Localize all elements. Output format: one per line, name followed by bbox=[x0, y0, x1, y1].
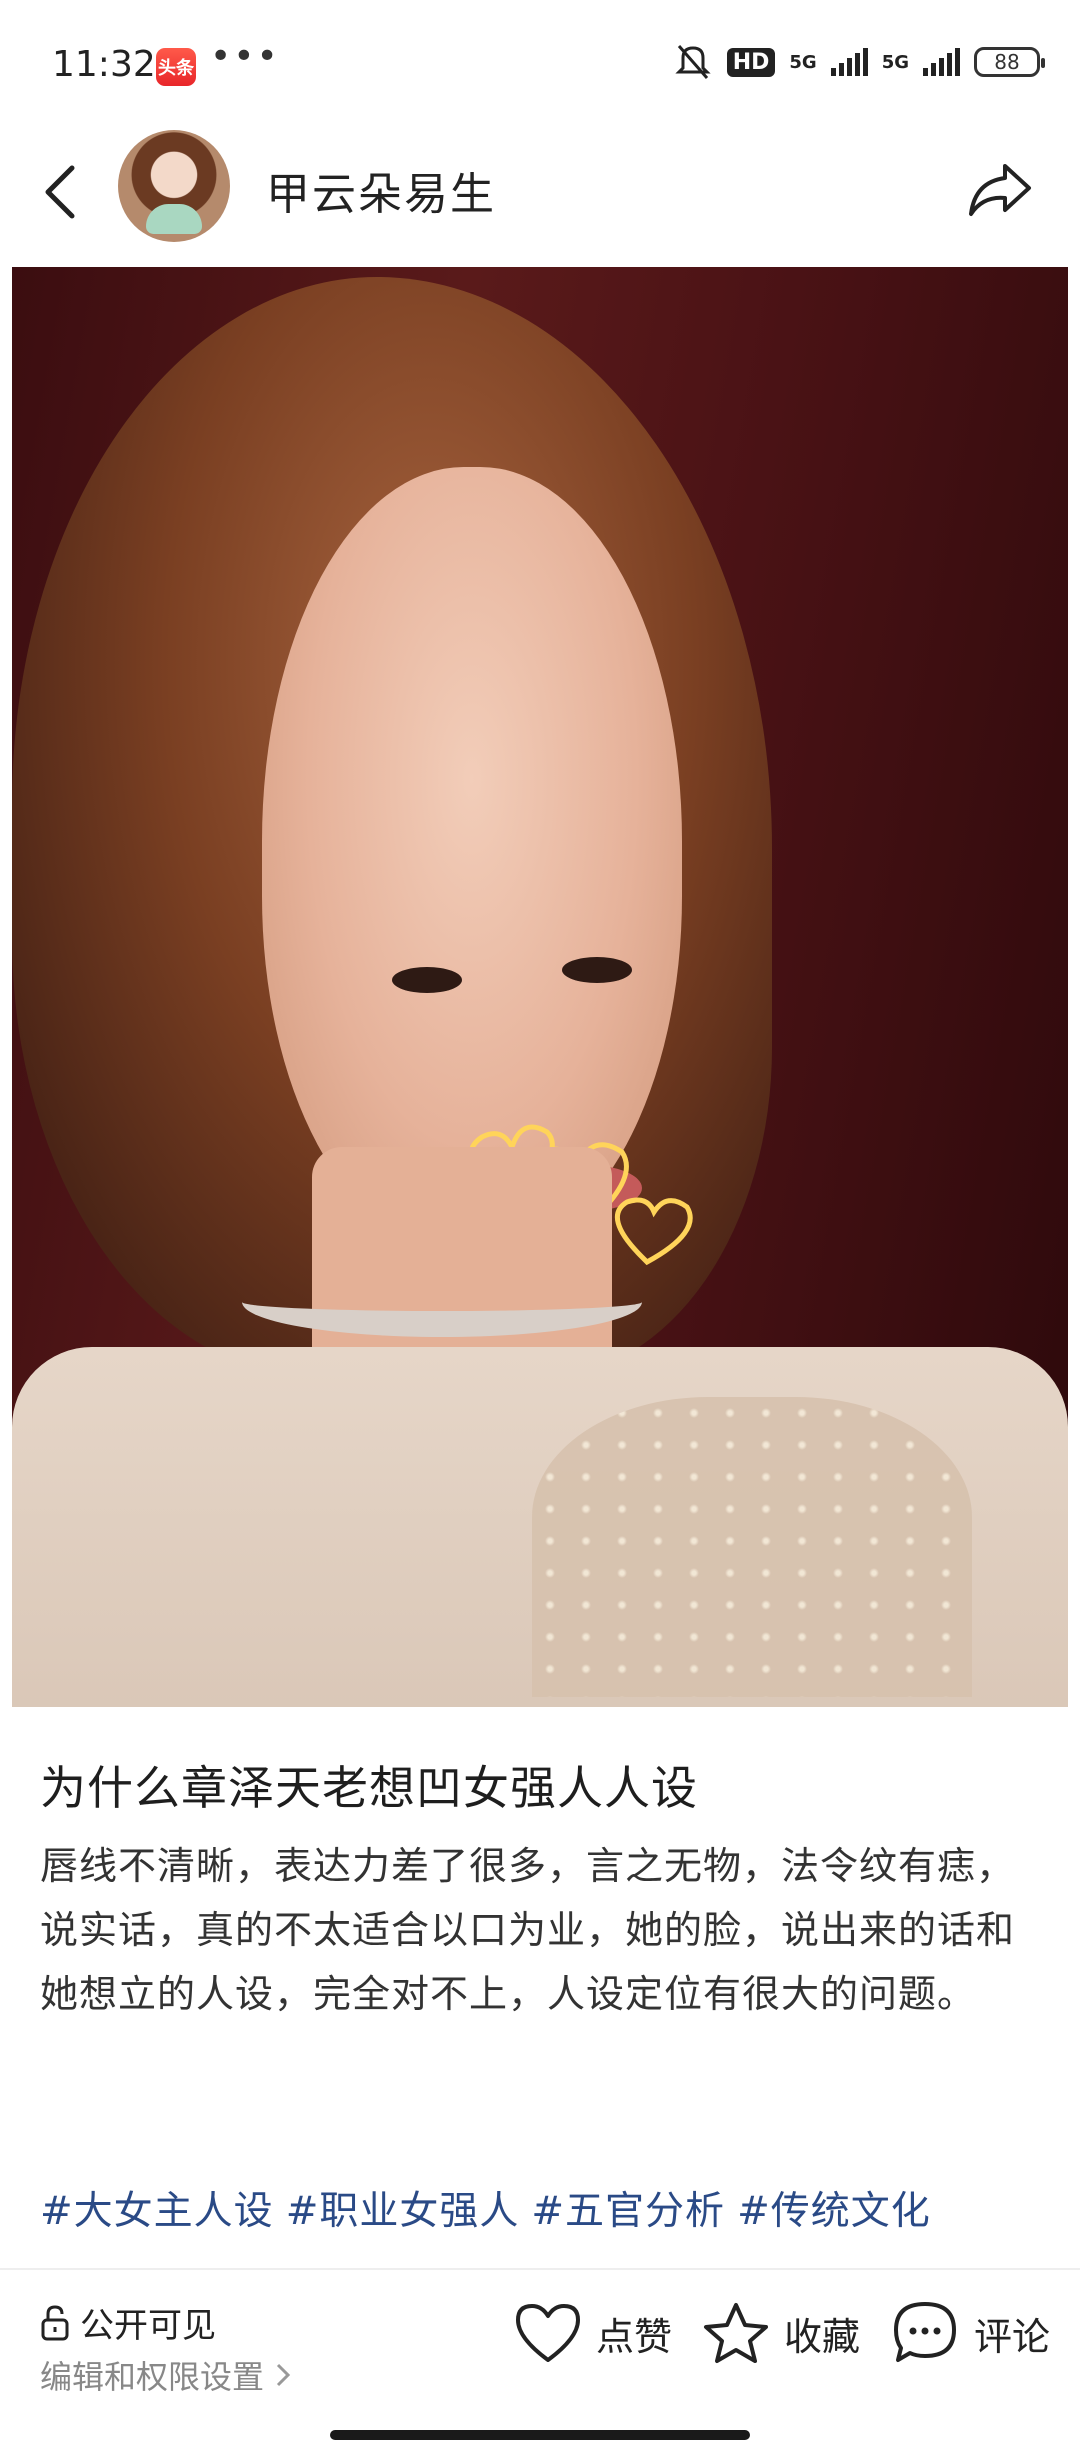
post-actions: 点赞 收藏 评论 bbox=[514, 2300, 1050, 2366]
signal-bars-icon-2 bbox=[923, 48, 960, 76]
app-notification-icon: 头条 bbox=[156, 48, 196, 86]
photo-eye-left bbox=[392, 967, 462, 993]
favorite-label: 收藏 bbox=[783, 2314, 860, 2359]
status-bar: 11:32 头条 ••• HD 5G 5G 88 bbox=[0, 0, 1080, 130]
lock-open-icon bbox=[41, 2304, 69, 2340]
comment-label: 评论 bbox=[973, 2314, 1050, 2359]
tag-item[interactable]: #五官分析 bbox=[531, 2180, 725, 2236]
mute-icon bbox=[675, 45, 711, 79]
tag-list: #大女主人设 #职业女强人 #五官分析 #传统文化 bbox=[40, 2180, 1050, 2236]
network-5g-label-1: 5G bbox=[789, 51, 817, 73]
edit-permissions-link[interactable]: 编辑和权限设置 bbox=[40, 2352, 292, 2398]
author-avatar[interactable] bbox=[118, 130, 230, 242]
tag-item[interactable]: #职业女强人 bbox=[286, 2180, 520, 2236]
signal-bars-icon-1 bbox=[830, 48, 868, 76]
photo-eye-right bbox=[562, 957, 632, 983]
status-time: 11:32 bbox=[52, 44, 156, 85]
tag-item[interactable]: #传统文化 bbox=[737, 2180, 931, 2236]
share-icon bbox=[969, 164, 1031, 216]
hd-voice-icon: HD bbox=[726, 47, 776, 77]
network-5g-label-2: 5G bbox=[881, 51, 909, 73]
share-button[interactable] bbox=[960, 150, 1040, 230]
comment-button[interactable]: 评论 bbox=[890, 2300, 1050, 2366]
chevron-right-icon bbox=[276, 2363, 291, 2387]
photo-necklace bbox=[242, 1267, 642, 1337]
home-indicator[interactable] bbox=[330, 2430, 750, 2440]
like-button[interactable]: 点赞 bbox=[514, 2302, 672, 2364]
heart-icon bbox=[515, 2304, 580, 2362]
bottom-divider bbox=[0, 2268, 1080, 2270]
more-notifications-icon: ••• bbox=[210, 36, 280, 77]
visibility-status: 公开可见 bbox=[40, 2298, 216, 2347]
chevron-left-icon bbox=[45, 165, 75, 219]
edit-permissions-label: 编辑和权限设置 bbox=[40, 2358, 265, 2396]
tag-item[interactable]: #大女主人设 bbox=[40, 2180, 274, 2236]
comment-icon bbox=[893, 2302, 956, 2362]
photo-sequins bbox=[532, 1397, 972, 1697]
visibility-label: 公开可见 bbox=[80, 2306, 216, 2346]
post-header: 甲云朵易生 bbox=[0, 130, 1080, 260]
post-body: 唇线不清晰，表达力差了很多，言之无物，法令纹有痣，说实话，真的不太适合以口为业，… bbox=[40, 1844, 1016, 2016]
status-indicators: HD 5G 5G 88 bbox=[673, 44, 1045, 80]
post-title: 为什么章泽天老想凹女强人人设 bbox=[40, 1761, 698, 1815]
post-photo[interactable] bbox=[12, 267, 1068, 1707]
star-icon bbox=[703, 2303, 768, 2363]
author-name[interactable]: 甲云朵易生 bbox=[266, 158, 496, 222]
back-button[interactable] bbox=[30, 152, 90, 232]
favorite-button[interactable]: 收藏 bbox=[702, 2301, 860, 2365]
like-label: 点赞 bbox=[595, 2314, 672, 2359]
battery-icon: 88 bbox=[974, 47, 1045, 77]
